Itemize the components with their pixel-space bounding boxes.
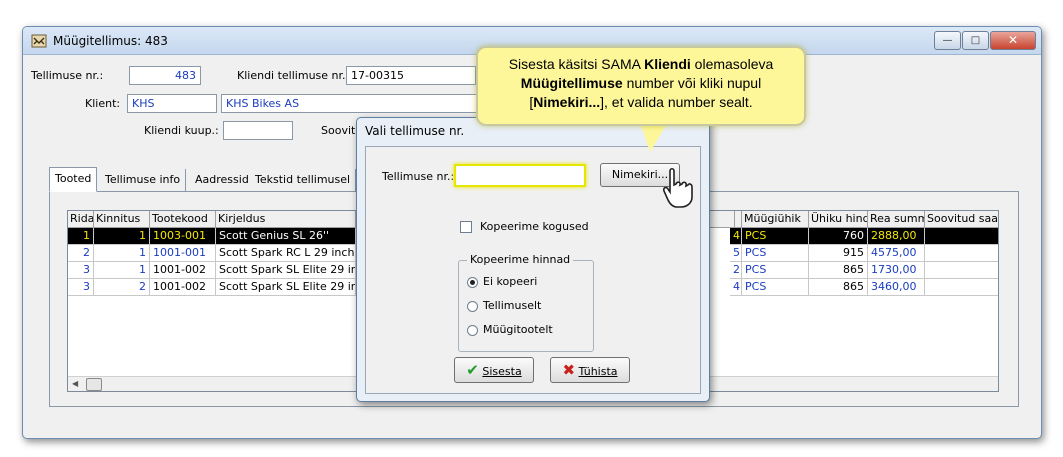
col-header-soovitud[interactable]: Soovitud saa [925,211,998,228]
tooltip-tail [640,122,668,152]
cell-summa: 2888,00 [868,228,925,245]
tooltip-line-3: [Nimekiri...], et valida number sealt. [529,94,753,110]
col-header-rida[interactable]: Rida [68,211,94,228]
cell-kirjeldus: Scott Spark RC L 29 inch [216,245,356,262]
cell-summa: 3460,00 [868,279,925,296]
cell-uhik: PCS [742,228,809,245]
client-code-field[interactable]: KHS [127,94,217,113]
cell-uhik: PCS [742,279,809,296]
help-tooltip: Sisesta käsitsi SAMA Kliendi olemasoleva… [476,46,806,126]
horizontal-scroll-thumb[interactable] [86,378,102,391]
radio-from-product[interactable] [467,325,478,336]
radio-no-copy-label: Ei kopeeri [483,275,538,288]
copy-quantities-label: Kopeerime kogused [480,220,589,233]
cell-kirjeldus: Scott Spark SL Elite 29 in [216,262,356,279]
cell-kinnitus: 2 [94,279,150,296]
cell-uhik: PCS [742,262,809,279]
client-buyer-field[interactable] [223,121,293,140]
radio-from-order[interactable] [467,301,478,312]
close-icon[interactable]: ✕ [990,31,1036,50]
partial-label: Soovit [321,124,356,137]
radio-no-copy[interactable] [467,277,478,288]
cell-qty: 4 [730,228,742,245]
cancel-button[interactable]: ✖ Tühista [550,357,630,383]
copy-quantities-checkbox[interactable] [460,221,472,233]
col-header-tootekood[interactable]: Tootekood [150,211,216,228]
cell-kinnitus: 1 [94,262,150,279]
cell-kinnitus: 1 [94,228,150,245]
insert-button[interactable]: ✔ Sisesta [454,357,534,383]
tab-order-info[interactable]: Tellimuse info [100,169,187,191]
col-header-kirjeldus[interactable]: Kirjeldus [216,211,356,228]
cell-qty: 4 [730,279,742,296]
cancel-button-label: Tühista [578,365,618,378]
dialog-body: Tellimuse nr.: Nimekiri... Kopeerime kog… [365,146,701,394]
minimize-icon[interactable]: — [934,31,961,50]
cell-kood: 1003-001 [150,228,216,245]
cell-rida: 3 [68,262,94,279]
insert-button-label: Sisesta [482,365,522,378]
tab-order-texts[interactable]: Tekstid tellimusel [250,169,357,191]
cell-hind: 865 [809,279,868,296]
client-order-field[interactable]: 17-00315 [346,66,476,85]
dialog-order-input[interactable] [454,164,586,187]
cell-soovitud [925,262,998,279]
client-buyer-label: Kliendi kuup.: [144,124,219,137]
cell-hind: 915 [809,245,868,262]
checkmark-icon: ✔ [466,361,479,379]
cell-kood: 1001-002 [150,262,216,279]
cell-rida: 2 [68,245,94,262]
cell-kood: 1001-002 [150,279,216,296]
hand-pointer-icon [663,167,693,208]
maximize-icon[interactable]: □ [962,31,989,50]
client-label: Klient: [85,97,121,110]
cell-soovitud [925,279,998,296]
cell-rida: 3 [68,279,94,296]
cell-kirjeldus: Scott Genius SL 26'' [216,228,356,245]
dialog-order-label: Tellimuse nr.: [382,170,455,183]
cell-soovitud [925,228,998,245]
radio-from-product-label: Müügitootelt [483,323,553,336]
tooltip-line-1: Sisesta käsitsi SAMA Kliendi olemasoleva [508,56,774,72]
cell-kirjeldus: Scott Spark SL Elite 29 in [216,279,356,296]
copy-prices-group-label: Kopeerime hinnad [467,253,574,266]
cell-rida: 1 [68,228,94,245]
col-header-summa[interactable]: Rea summ [868,211,925,228]
window-title: Müügitellimus: 483 [53,34,168,48]
client-name-field[interactable]: KHS Bikes AS [221,94,477,113]
cell-summa: 4575,00 [868,245,925,262]
col-header-uhik[interactable]: Müügiühik [742,211,809,228]
cell-summa: 1730,00 [868,262,925,279]
cell-uhik: PCS [742,245,809,262]
cell-qty: 2 [730,262,742,279]
radio-from-order-label: Tellimuselt [483,299,542,312]
select-order-dialog: Vali tellimuse nr. Tellimuse nr.: Nimeki… [356,117,710,402]
cell-soovitud [925,245,998,262]
order-no-label: Tellimuse nr.: [31,69,104,82]
copy-prices-group: Kopeerime hinnad Ei kopeeri Tellimuselt … [458,253,594,352]
cell-hind: 760 [809,228,868,245]
col-header-qty[interactable] [735,211,742,228]
col-header-kinnitus[interactable]: Kinnitus [94,211,150,228]
tab-products[interactable]: Tooted [49,167,98,192]
client-order-label: Kliendi tellimuse nr.: [237,69,350,82]
col-header-hind[interactable]: Ühiku hind [809,211,868,228]
tab-addresses[interactable]: Aadressid [190,169,255,191]
cell-kood: 1001-001 [150,245,216,262]
cell-hind: 865 [809,262,868,279]
scroll-left-icon[interactable]: ◀ [72,379,78,388]
order-no-field[interactable]: 483 [129,66,201,85]
tooltip-line-2: Müügitellimuse number või kliki nupul [520,75,762,91]
cell-qty: 5 [730,245,742,262]
cell-kinnitus: 1 [94,245,150,262]
order-window-icon [31,34,47,48]
dialog-title: Vali tellimuse nr. [365,124,465,138]
x-icon: ✖ [562,361,576,379]
